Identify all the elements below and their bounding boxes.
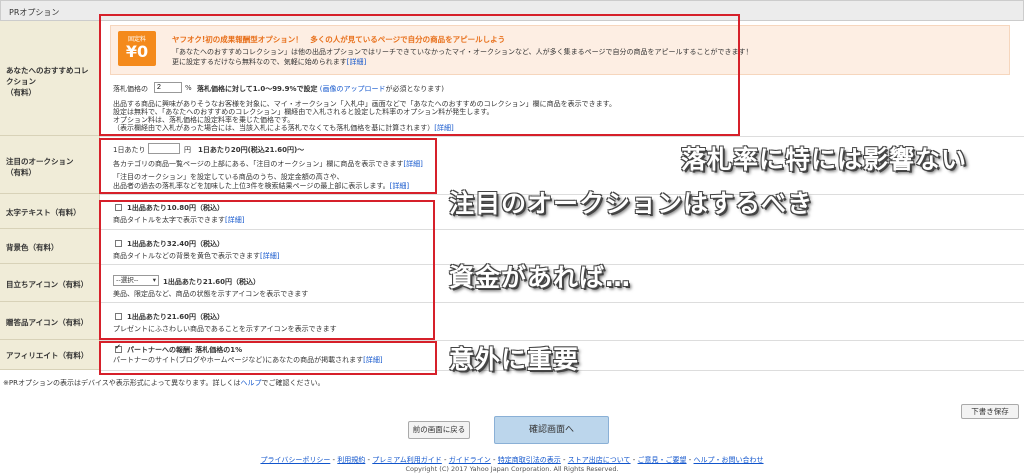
footer-separator: - [630, 456, 638, 464]
footer-separator: - [490, 456, 498, 464]
footer-link[interactable]: ストア出店について [568, 456, 631, 464]
footer-separator: - [560, 456, 568, 464]
annotation-box-affiliate [99, 341, 437, 375]
footer-link[interactable]: プレミアム利用ガイド [372, 456, 442, 464]
label-affiliate: アフィリエイト（有料） [0, 340, 100, 370]
caption-3: 資金があれば… [449, 263, 632, 292]
label-gift-text: 贈答品アイコン（有料） [6, 318, 89, 327]
label-bgcolor: 背景色（有料） [0, 229, 100, 264]
pr-options-title: PRオプション [9, 8, 60, 17]
row-divider [100, 136, 1024, 137]
footer-separator: - [441, 456, 449, 464]
annotation-box-attention [99, 138, 437, 194]
label-icon: 目立ちアイコン（有料） [0, 264, 100, 302]
pr-note-suffix: でご確認ください。 [261, 379, 325, 387]
label-gift: 贈答品アイコン（有料） [0, 302, 100, 340]
label-attention-text: 注目のオークション [6, 157, 74, 166]
label-recommend-sub: （有料） [6, 88, 36, 97]
footer-link[interactable]: ご意見・ご要望 [638, 456, 687, 464]
help-link[interactable]: ヘルプ [240, 379, 261, 387]
confirm-button[interactable]: 確認画面へ [494, 416, 609, 444]
label-recommend: あなたへのおすすめコレクション （有料） [0, 21, 100, 136]
footer-link[interactable]: ガイドライン [449, 456, 491, 464]
label-attention: 注目のオークション （有料） [0, 136, 100, 194]
caption-2: 注目のオークションはするべき [449, 189, 814, 218]
label-bold: 太字テキスト（有料） [0, 194, 100, 229]
footer-link[interactable]: プライバシーポリシー [260, 456, 330, 464]
annotation-box-recommend [99, 14, 740, 136]
footer-link[interactable]: ヘルプ・お問い合わせ [694, 456, 764, 464]
label-recommend-text: あなたへのおすすめコレクション [6, 66, 89, 86]
label-bold-text: 太字テキスト（有料） [6, 208, 81, 217]
footer-separator: - [686, 456, 694, 464]
pr-note-prefix: ※PRオプションの表示はデバイスや表示形式によって異なります。詳しくは [3, 379, 241, 387]
back-button[interactable]: 前の画面に戻る [408, 421, 470, 439]
label-bgcolor-text: 背景色（有料） [6, 243, 59, 252]
caption-4: 意外に重要 [449, 345, 580, 374]
caption-1: 落札率に特には影響ない [681, 145, 968, 174]
footer-link[interactable]: 特定商取引法の表示 [498, 456, 561, 464]
label-affiliate-text: アフィリエイト（有料） [6, 351, 89, 360]
annotation-box-paid-options [99, 200, 435, 340]
footer-link[interactable]: 利用規約 [337, 456, 365, 464]
footer-links: プライバシーポリシー - 利用規約 - プレミアム利用ガイド - ガイドライン … [0, 455, 1024, 465]
label-icon-text: 目立ちアイコン（有料） [6, 280, 89, 289]
label-attention-sub: （有料） [6, 168, 36, 177]
save-draft-button[interactable]: 下書き保存 [961, 404, 1019, 419]
copyright: Copyright (C) 2017 Yahoo Japan Corporati… [405, 465, 619, 473]
